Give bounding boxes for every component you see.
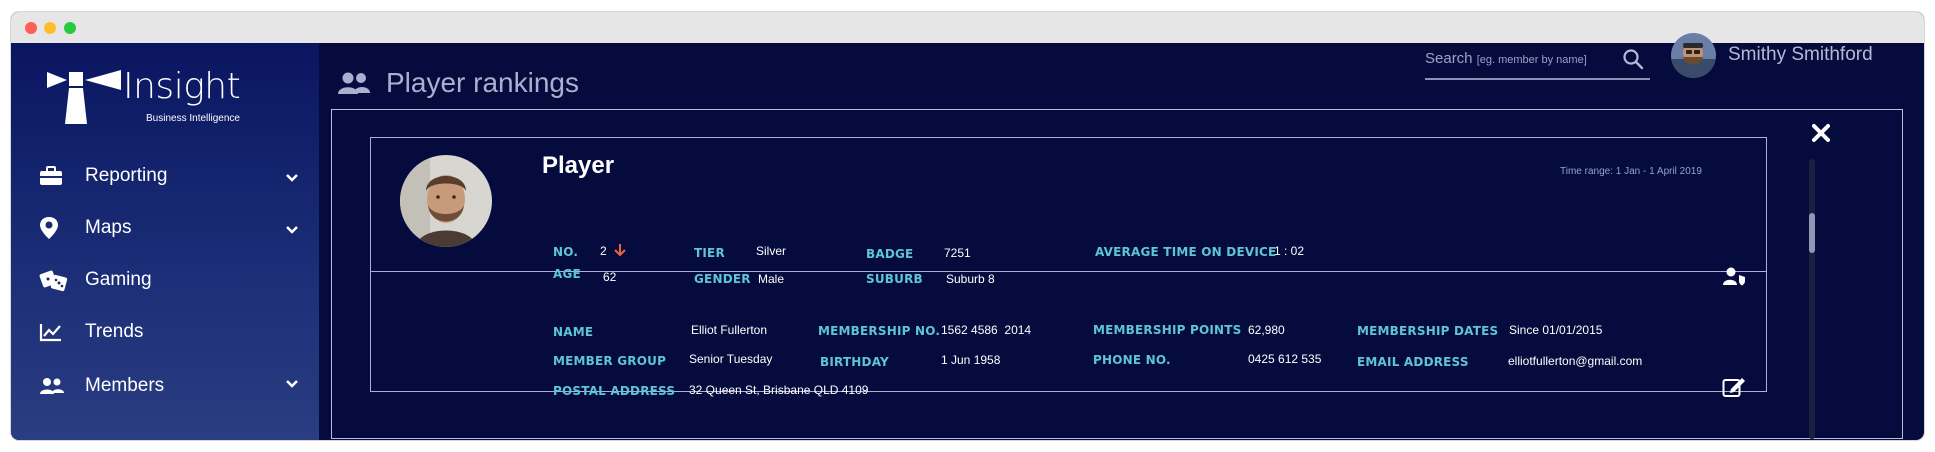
search-placeholder: Search [eg. member by name] <box>1425 50 1587 67</box>
time-range: Time range: 1 Jan - 1 April 2019 <box>1560 166 1702 177</box>
player-photo <box>400 155 492 247</box>
postal-address-label: POSTAL ADDRESS <box>553 384 676 398</box>
map-pin-icon <box>39 216 69 240</box>
birthday-label: BIRTHDAY <box>820 355 889 369</box>
search-icon[interactable] <box>1622 48 1644 75</box>
email-value[interactable]: elliotfullerton@gmail.com <box>1508 354 1642 368</box>
user-shield-icon[interactable] <box>1722 266 1746 291</box>
tier-label: TIER <box>694 246 725 260</box>
sidebar: Insight Business Intelligence Reporting … <box>11 43 319 440</box>
scrollbar-thumb[interactable] <box>1809 213 1815 253</box>
sidebar-item-label: Members <box>85 375 165 396</box>
name-value: Elliot Fullerton <box>691 323 768 337</box>
badge-value: 7251 <box>944 246 971 260</box>
member-group-value: Senior Tuesday <box>689 352 773 366</box>
badge-label: BADGE <box>866 247 914 261</box>
user-avatar[interactable] <box>1671 33 1716 78</box>
suburb-value: Suburb 8 <box>946 272 995 286</box>
rank-label: NO. <box>553 245 579 259</box>
membership-points-value: 62,980 <box>1248 323 1285 337</box>
rank-value: 2 <box>600 244 607 258</box>
search-hint: [eg. member by name] <box>1476 54 1587 66</box>
email-label: EMAIL ADDRESS <box>1357 355 1469 369</box>
phone-label: PHONE NO. <box>1093 353 1171 367</box>
arrow-down-icon <box>614 243 626 260</box>
gender-value: Male <box>758 272 785 286</box>
minimize-window-button[interactable] <box>44 22 56 34</box>
maximize-window-button[interactable] <box>64 22 76 34</box>
sidebar-item-maps[interactable]: Maps <box>39 211 299 245</box>
tier-value: Silver <box>756 244 787 258</box>
sidebar-item-trends[interactable]: Trends <box>39 315 299 349</box>
age-label: AGE <box>553 267 581 281</box>
page-title: Player rankings <box>386 67 579 98</box>
search-label: Search <box>1425 50 1473 67</box>
user-name[interactable]: Smithy Smithford <box>1728 44 1873 66</box>
age-value: 62 <box>603 270 617 284</box>
close-window-button[interactable] <box>25 22 37 34</box>
player-title: Player <box>542 152 615 179</box>
close-icon[interactable] <box>1811 123 1831 148</box>
avg-time-label: AVERAGE TIME ON DEVICE <box>1095 245 1277 259</box>
sidebar-item-label: Maps <box>85 217 132 238</box>
sidebar-item-label: Reporting <box>85 165 168 186</box>
sidebar-item-reporting[interactable]: Reporting <box>39 159 299 193</box>
dice-icon <box>39 268 69 292</box>
users-icon <box>337 70 371 101</box>
line-chart-icon <box>39 320 69 344</box>
birthday-value: 1 Jun 1958 <box>941 353 1001 367</box>
sidebar-item-label: Gaming <box>85 269 152 290</box>
name-label: NAME <box>553 325 594 339</box>
sidebar-item-label: Trends <box>85 321 144 342</box>
avg-time-value: 1 : 02 <box>1274 244 1305 258</box>
membership-dates-label: MEMBERSHIP DATES <box>1357 324 1499 338</box>
logo-subtitle: Business Intelligence <box>146 113 240 124</box>
sidebar-item-gaming[interactable]: Gaming <box>39 263 299 297</box>
logo-text: Insight <box>123 66 241 107</box>
membership-dates-value: Since 01/01/2015 <box>1509 323 1603 337</box>
edit-icon[interactable] <box>1722 376 1746 403</box>
member-group-label: MEMBER GROUP <box>553 354 667 368</box>
membership-no-label: MEMBERSHIP NO. <box>818 324 941 338</box>
chevron-down-icon[interactable] <box>285 373 299 395</box>
title-bar <box>11 12 1924 43</box>
membership-no-value: 1562 4586 2014 <box>941 323 1032 337</box>
gender-label: GENDER <box>694 272 751 286</box>
chevron-down-icon[interactable] <box>285 219 299 241</box>
postal-address-value: 32 Queen St, Brisbane QLD 4109 <box>689 383 869 397</box>
briefcase-icon <box>39 164 69 188</box>
scrollbar-track[interactable] <box>1809 159 1815 439</box>
suburb-label: SUBURB <box>866 272 923 286</box>
sidebar-item-members[interactable]: Members <box>39 369 299 403</box>
membership-points-label: MEMBERSHIP POINTS <box>1093 323 1242 337</box>
phone-value: 0425 612 535 <box>1248 352 1322 366</box>
chevron-down-icon[interactable] <box>285 167 299 189</box>
users-icon <box>39 374 69 398</box>
logo[interactable]: Insight Business Intelligence <box>45 66 265 133</box>
search-input[interactable]: Search [eg. member by name] <box>1425 40 1650 80</box>
